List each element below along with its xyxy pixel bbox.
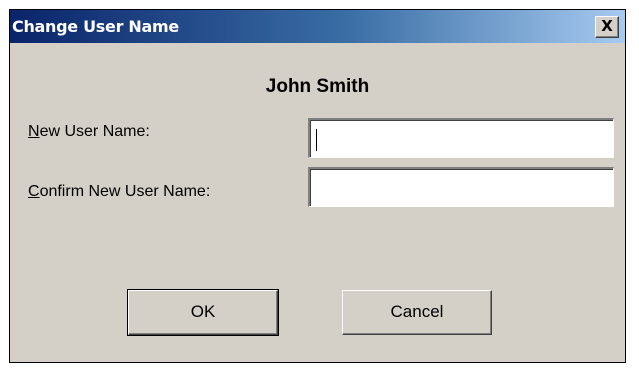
cancel-button[interactable]: Cancel — [342, 290, 492, 335]
confirm-user-name-label-text: onfirm New User Name: — [39, 183, 211, 200]
new-user-name-label: New User Name: — [28, 123, 150, 141]
confirm-user-name-label-accel: C — [28, 183, 40, 200]
current-user-name: John Smith — [265, 76, 370, 97]
confirm-user-name-label: Confirm New User Name: — [28, 183, 210, 201]
ok-button[interactable]: OK — [127, 289, 279, 336]
new-user-name-label-text: ew User Name: — [39, 123, 150, 140]
close-icon: X — [601, 17, 613, 35]
change-user-name-dialog: Change User Name X John Smith New User N… — [9, 9, 626, 363]
close-button[interactable]: X — [595, 16, 619, 38]
dialog-title: Change User Name — [12, 17, 179, 36]
confirm-user-name-input[interactable] — [308, 167, 614, 207]
new-user-name-input[interactable] — [308, 118, 614, 158]
text-cursor — [316, 129, 317, 151]
dialog-titlebar[interactable]: Change User Name X — [10, 10, 625, 43]
new-user-name-label-accel: N — [28, 123, 40, 140]
